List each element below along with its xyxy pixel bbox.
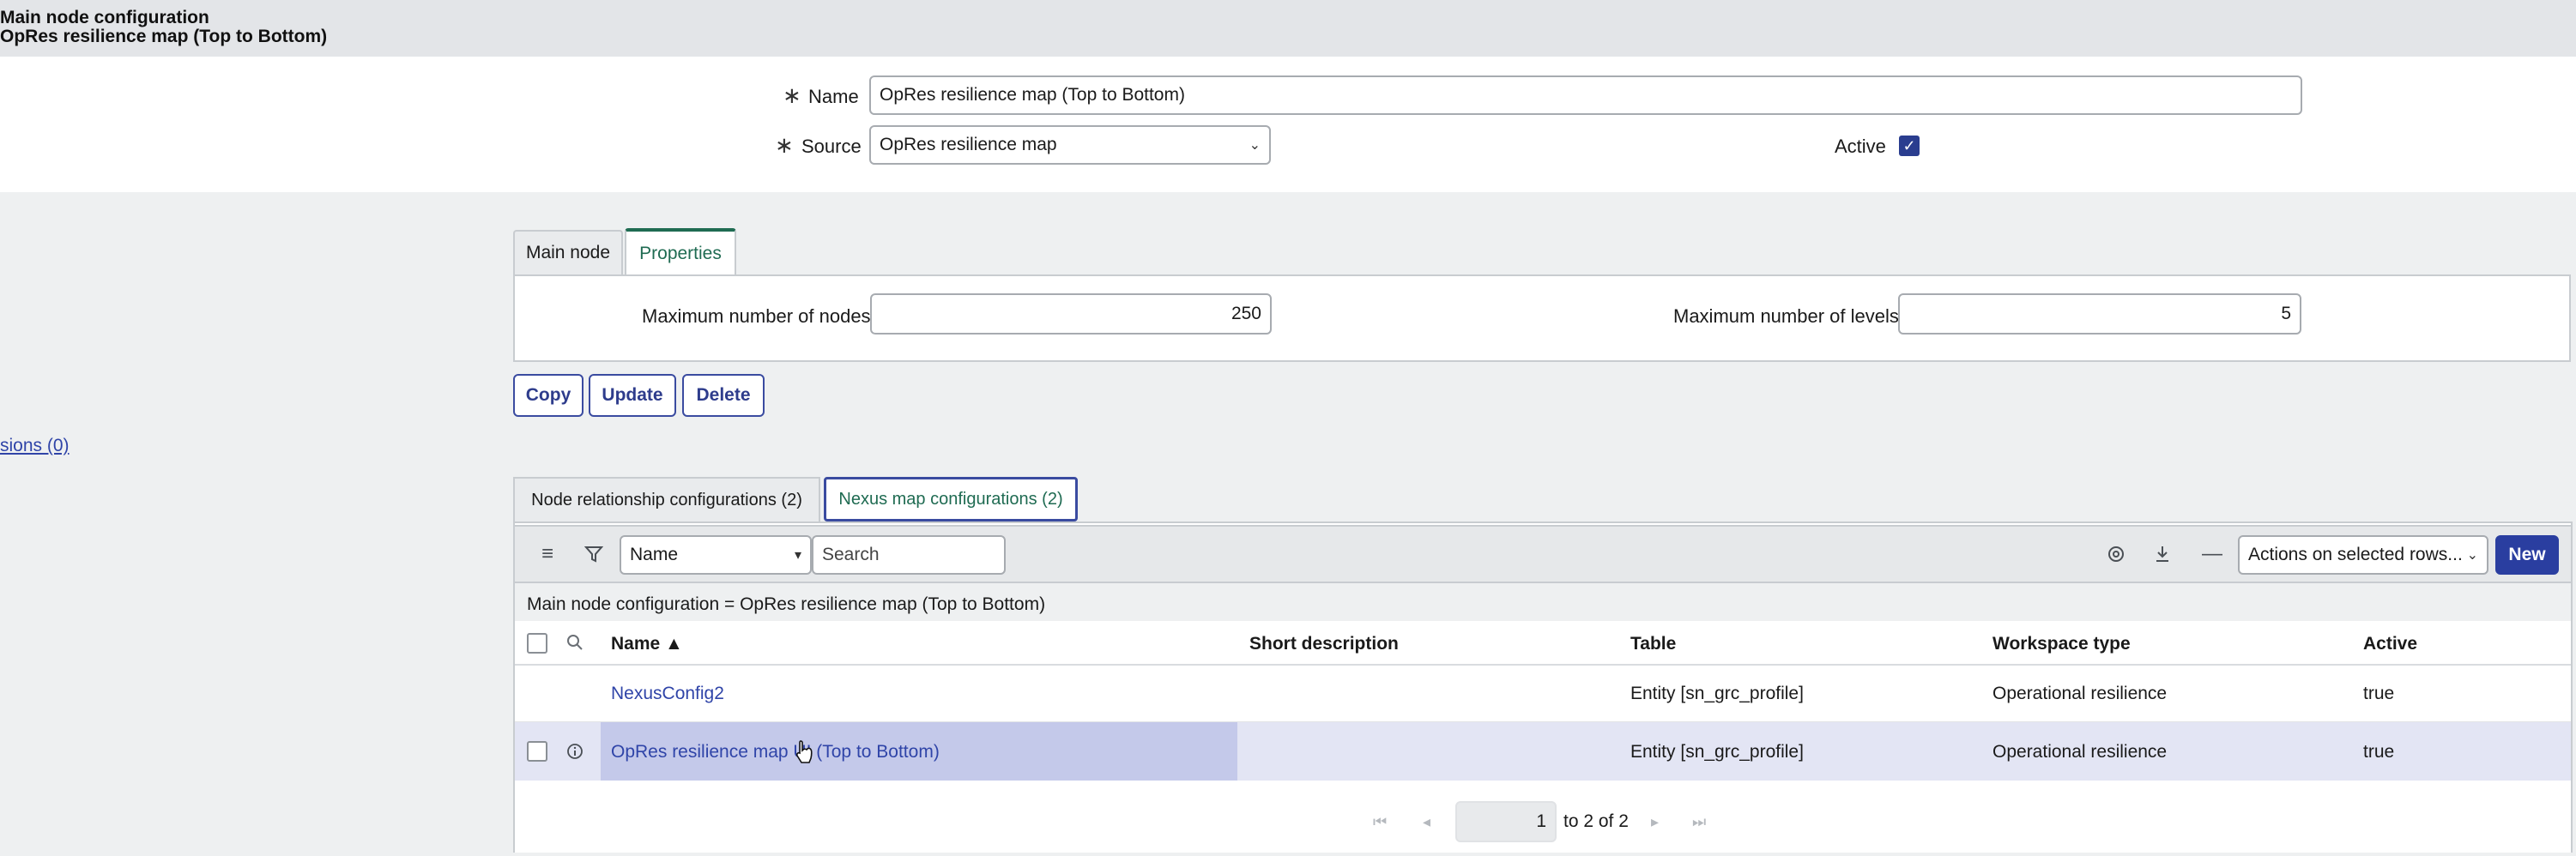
next-page-icon[interactable]: ▸ bbox=[1651, 813, 1659, 831]
delete-button[interactable]: Delete bbox=[682, 374, 765, 417]
tab-properties-label: Properties bbox=[639, 244, 722, 263]
row-table: Entity [sn_grc_profile] bbox=[1630, 684, 1804, 703]
gear-icon[interactable] bbox=[2102, 540, 2130, 568]
name-label: Name bbox=[808, 86, 859, 107]
table-row bbox=[515, 666, 2571, 722]
column-header-active[interactable]: Active bbox=[2363, 634, 2417, 654]
max-nodes-value: 250 bbox=[1231, 304, 1261, 323]
active-checkbox[interactable]: ✓ bbox=[1899, 136, 1920, 156]
list-search-placeholder: Search bbox=[822, 545, 880, 564]
header-record-type: Main node configuration bbox=[0, 8, 209, 27]
update-button[interactable]: Update bbox=[589, 374, 676, 417]
active-label: Active bbox=[1835, 136, 1886, 157]
select-all-checkbox[interactable] bbox=[527, 633, 547, 654]
page-header: Main node configuration OpRes resilience… bbox=[0, 0, 2576, 57]
checkmark-icon: ✓ bbox=[1902, 136, 1916, 154]
row-name-link[interactable]: OpRes resilience map UI (Top to Bottom) bbox=[611, 742, 940, 763]
name-field[interactable]: OpRes resilience map (Top to Bottom) bbox=[869, 75, 2302, 115]
page-number-input[interactable]: 1 bbox=[1455, 801, 1557, 842]
breadcrumb[interactable]: Main node configuration = OpRes resilien… bbox=[527, 594, 1045, 615]
delete-button-label: Delete bbox=[696, 385, 751, 405]
row-workspace-type: Operational resilience bbox=[1992, 742, 2168, 762]
copy-button[interactable]: Copy bbox=[513, 374, 584, 417]
last-page-icon[interactable]: ⏭ bbox=[1692, 813, 1706, 831]
max-levels-label: Maximum number of levels bbox=[1673, 305, 1899, 327]
tab-main-node[interactable]: Main node bbox=[513, 230, 623, 274]
max-levels-value: 5 bbox=[2281, 304, 2291, 323]
column-header-name[interactable]: Name ▲ bbox=[611, 634, 683, 654]
previous-page-icon[interactable]: ◂ bbox=[1423, 813, 1430, 831]
search-icon[interactable] bbox=[563, 630, 587, 655]
column-header-table[interactable]: Table bbox=[1630, 634, 1676, 654]
actions-select[interactable]: Actions on selected rows... ⌄ bbox=[2238, 535, 2488, 575]
column-header-short-description[interactable]: Short description bbox=[1249, 634, 1399, 654]
hand-pointer-icon bbox=[795, 739, 813, 770]
tab-main-node-label: Main node bbox=[525, 243, 611, 262]
tab-node-relationship-label: Node relationship configurations (2) bbox=[531, 490, 802, 509]
row-select-checkbox[interactable] bbox=[527, 741, 547, 762]
max-nodes-field[interactable]: 250 bbox=[870, 293, 1272, 335]
tab-nexus-map-configurations[interactable]: Nexus map configurations (2) bbox=[824, 477, 1078, 521]
hamburger-menu-icon[interactable]: ≡ bbox=[534, 540, 561, 568]
chevron-down-icon: ⌄ bbox=[2466, 548, 2478, 563]
caret-down-icon: ▾ bbox=[794, 548, 801, 563]
source-required-icon: ∗ bbox=[775, 132, 794, 158]
chevron-down-icon: ⌄ bbox=[1249, 138, 1261, 153]
actions-select-value: Actions on selected rows... bbox=[2248, 545, 2463, 564]
list-search-input[interactable]: Search bbox=[812, 535, 1006, 575]
list-field-select[interactable]: Name ▾ bbox=[620, 535, 812, 575]
filter-icon[interactable] bbox=[580, 540, 608, 568]
pager-range-text: to 2 of 2 bbox=[1563, 811, 1629, 831]
name-required-icon: ∗ bbox=[783, 82, 801, 108]
download-icon[interactable] bbox=[2149, 540, 2176, 568]
max-nodes-label: Maximum number of nodes bbox=[642, 305, 871, 327]
source-label: Source bbox=[801, 136, 862, 157]
minimize-icon[interactable]: — bbox=[2198, 540, 2226, 568]
first-page-icon[interactable]: ⏮ bbox=[1373, 813, 1387, 831]
page-number-value: 1 bbox=[1536, 811, 1546, 831]
max-levels-field[interactable]: 5 bbox=[1898, 293, 2301, 335]
new-button[interactable]: New bbox=[2495, 535, 2559, 575]
tab-node-relationship-configurations[interactable]: Node relationship configurations (2) bbox=[513, 477, 820, 521]
versions-link[interactable]: sions (0) bbox=[0, 436, 70, 456]
row-active: true bbox=[2363, 742, 2395, 762]
info-icon[interactable] bbox=[563, 739, 587, 763]
row-table: Entity [sn_grc_profile] bbox=[1630, 742, 1804, 762]
row-workspace-type: Operational resilience bbox=[1992, 684, 2168, 703]
update-button-label: Update bbox=[602, 385, 663, 405]
copy-button-label: Copy bbox=[525, 385, 571, 405]
row-active: true bbox=[2363, 684, 2395, 703]
header-record-name: OpRes resilience map (Top to Bottom) bbox=[0, 27, 328, 46]
tab-properties[interactable]: Properties bbox=[625, 228, 736, 276]
tab-nexus-map-label: Nexus map configurations (2) bbox=[838, 489, 1063, 509]
list-field-select-value: Name bbox=[630, 545, 679, 564]
row-name-link[interactable]: NexusConfig2 bbox=[611, 684, 724, 704]
name-field-value: OpRes resilience map (Top to Bottom) bbox=[880, 85, 1185, 105]
table-header bbox=[515, 621, 2571, 666]
new-button-label: New bbox=[2508, 545, 2546, 564]
column-header-workspace-type[interactable]: Workspace type bbox=[1992, 634, 2131, 654]
source-select-value: OpRes resilience map bbox=[880, 135, 1057, 154]
source-select[interactable]: OpRes resilience map ⌄ bbox=[869, 125, 1271, 165]
